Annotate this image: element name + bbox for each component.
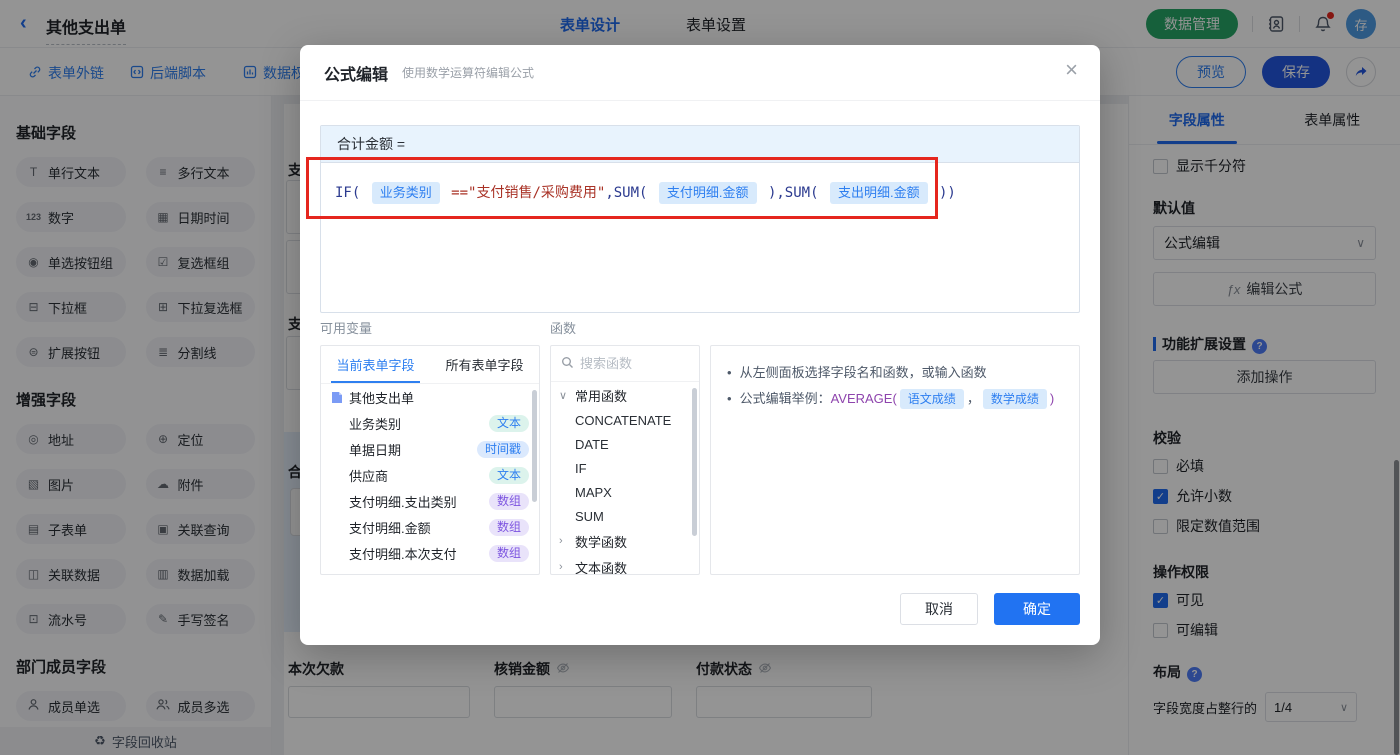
formula-field-chip[interactable]: 业务类别 [371,182,440,204]
variables-panel: 当前表单字段 所有表单字段 其他支出单 业务类别 文本 单据日期 时间戳 供应商 文本… [320,345,540,575]
function-item-sum[interactable]: SUM [551,504,699,528]
function-item-mapx[interactable]: MAPX [551,480,699,504]
type-badge: 文本 [488,466,529,484]
formula-target-field: 合计金额 = [321,126,1079,163]
app-root: ‹ 其他支出单 表单设计 表单设置 数据管理 存 表单外链 后端脚本 数据权限 … [0,0,1400,755]
function-item-concatenate[interactable]: CONCATENATE [551,408,699,432]
close-icon[interactable]: × [1065,59,1078,81]
example-function-name: AVERAGE( [830,391,897,406]
formula-keyword: IF( [335,185,369,201]
type-badge: 数组 [488,492,529,510]
modal-subtitle: 使用数学运算符编辑公式 [402,66,535,80]
function-group-math[interactable]: › 数学函数 [551,528,699,554]
variables-label: 可用变量 [320,321,373,336]
formula-field-chip[interactable]: 支出明细.金额 [829,182,928,204]
functions-panel: ∨ 常用函数 CONCATENATE DATE IF MAPX SUM › 数学… [550,345,700,575]
chevron-right-icon: › [559,535,563,547]
function-item-if[interactable]: IF [551,456,699,480]
type-badge: 数组 [488,544,529,562]
type-badge: 数组 [488,518,529,536]
document-icon [331,391,343,404]
example-field-chip: 数学成绩 [982,389,1047,409]
function-search-input[interactable] [580,356,680,371]
functions-scrollbar[interactable] [692,388,697,536]
chevron-right-icon: › [559,561,563,573]
type-badge: 时间戳 [476,440,529,458]
confirm-button[interactable]: 确定 [994,593,1080,625]
example-function-close: ) [1049,391,1055,406]
variable-item[interactable]: 单据日期 时间戳 [321,436,539,462]
tab-all-form-fields[interactable]: 所有表单字段 [430,346,539,383]
formula-editor: 合计金额 = IF( 业务类别 =="支付销售/采购费用",SUM( 支付明细.… [320,125,1080,313]
formula-help-panel: • 从左侧面板选择字段名和函数，或输入函数 • 公式编辑举例：AVERAGE(语文成… [710,345,1080,575]
tab-current-form-fields[interactable]: 当前表单字段 [321,346,430,383]
variables-root-node[interactable]: 其他支出单 [321,384,539,410]
type-badge: 文本 [488,414,529,432]
function-search [551,346,699,382]
modal-title: 公式编辑 [324,66,389,84]
modal-footer: 取消 确定 [900,593,1080,625]
help-line-2: • 公式编辑举例：AVERAGE(语文成绩，数学成绩) [727,386,1063,412]
formula-keyword: ,SUM( [605,185,656,201]
variable-item[interactable]: 支付明细.金额 数组 [321,514,539,540]
functions-label: 函数 [550,321,577,336]
help-line-1: • 从左侧面板选择字段名和函数，或输入函数 [727,365,987,380]
function-group-common[interactable]: ∨ 常用函数 [551,382,699,408]
formula-field-chip[interactable]: 支付明细.金额 [658,182,757,204]
function-item-date[interactable]: DATE [551,432,699,456]
variable-item[interactable]: 支付明细.支出类别 数组 [321,488,539,514]
variables-scrollbar[interactable] [532,390,537,502]
variables-tabs: 当前表单字段 所有表单字段 [321,346,539,384]
variable-item[interactable]: 供应商 文本 [321,462,539,488]
formula-string: =="支付销售/采购费用" [442,185,606,201]
modal-header: 公式编辑 使用数学运算符编辑公式 × [300,45,1100,101]
variable-item[interactable]: 业务类别 文本 [321,410,539,436]
example-field-chip: 语文成绩 [899,389,964,409]
search-icon [561,356,574,372]
function-group-text[interactable]: › 文本函数 [551,554,699,575]
formula-keyword: )) [930,185,956,201]
formula-editor-modal: 公式编辑 使用数学运算符编辑公式 × 合计金额 = IF( 业务类别 =="支付… [300,45,1100,645]
chevron-down-icon: ∨ [559,389,568,402]
variable-item[interactable]: 支付明细.本次支付 数组 [321,540,539,566]
cancel-button[interactable]: 取消 [900,593,978,625]
formula-input-area[interactable]: IF( 业务类别 =="支付销售/采购费用",SUM( 支付明细.金额 ),SU… [321,163,1079,222]
formula-keyword: ),SUM( [759,185,827,201]
